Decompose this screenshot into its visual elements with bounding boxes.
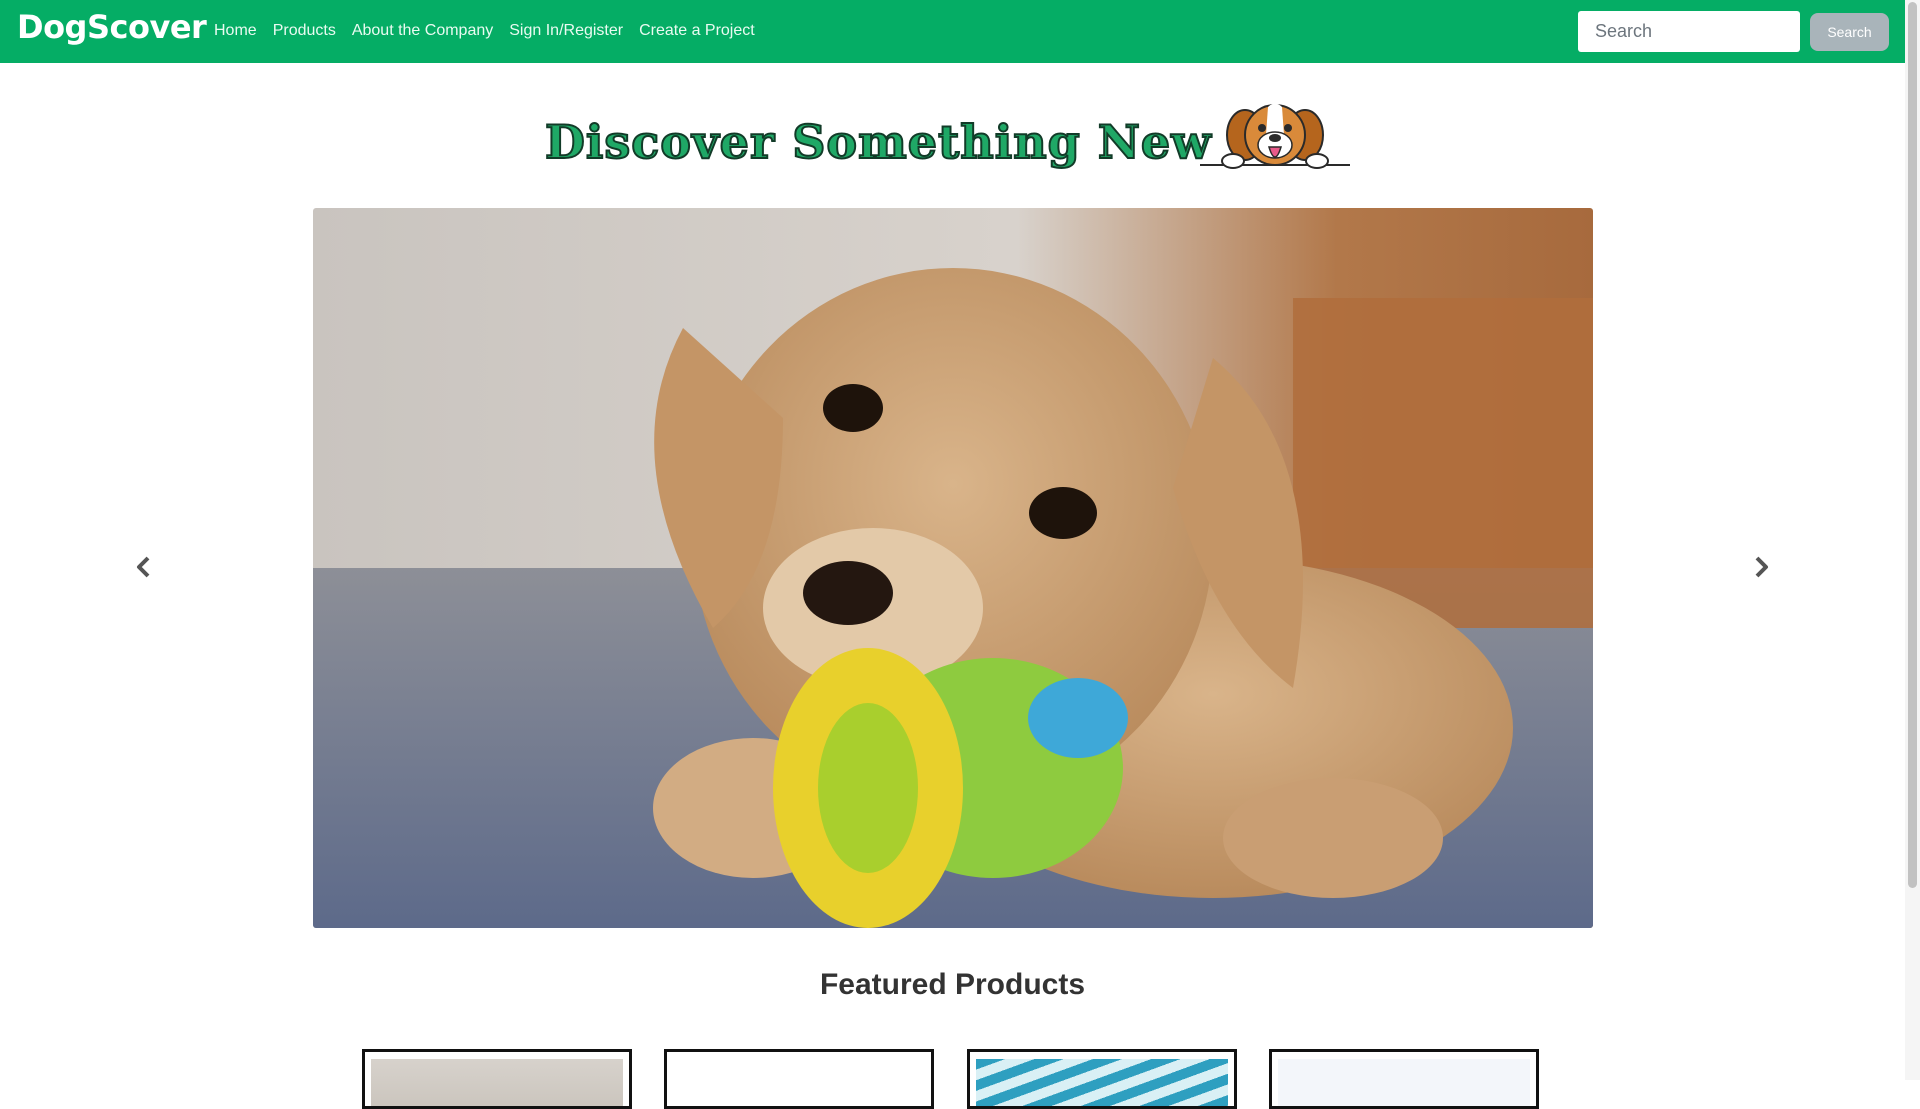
product-card[interactable] <box>664 1049 934 1109</box>
nav-link-products[interactable]: Products <box>273 22 336 40</box>
product-card[interactable] <box>1269 1049 1539 1109</box>
product-thumbnail <box>673 1059 925 1106</box>
carousel-slide-puppy-photo[interactable] <box>313 208 1593 928</box>
chevron-left-icon <box>137 556 150 578</box>
nav-link-home[interactable]: Home <box>214 22 257 40</box>
carousel-next-button[interactable] <box>1749 555 1773 579</box>
product-card[interactable] <box>967 1049 1237 1109</box>
chevron-right-icon <box>1755 556 1768 578</box>
beagle-peeking-icon <box>1200 103 1350 169</box>
nav-link-about[interactable]: About the Company <box>352 22 493 40</box>
brand-logo[interactable]: DogScover <box>17 8 207 46</box>
product-thumbnail <box>371 1059 623 1106</box>
search-input[interactable] <box>1578 11 1800 52</box>
carousel-prev-button[interactable] <box>132 555 156 579</box>
hero-heading-banner: Discover Something New <box>544 95 1350 185</box>
product-card[interactable] <box>362 1049 632 1109</box>
scrollbar-thumb[interactable] <box>1908 2 1917 888</box>
product-thumbnail <box>1278 1059 1530 1106</box>
puppy-chewing-toy-photo <box>313 208 1593 928</box>
nav-links: Home Products About the Company Sign In/… <box>214 22 771 40</box>
product-thumbnail <box>976 1059 1228 1106</box>
top-navbar: DogScover Home Products About the Compan… <box>0 0 1905 63</box>
hero-heading: Discover Something New <box>544 114 1212 170</box>
search-button[interactable]: Search <box>1810 13 1889 51</box>
featured-products-heading: Featured Products <box>819 968 1086 1001</box>
nav-link-sign-in[interactable]: Sign In/Register <box>509 22 623 40</box>
nav-link-create-project[interactable]: Create a Project <box>639 22 755 40</box>
